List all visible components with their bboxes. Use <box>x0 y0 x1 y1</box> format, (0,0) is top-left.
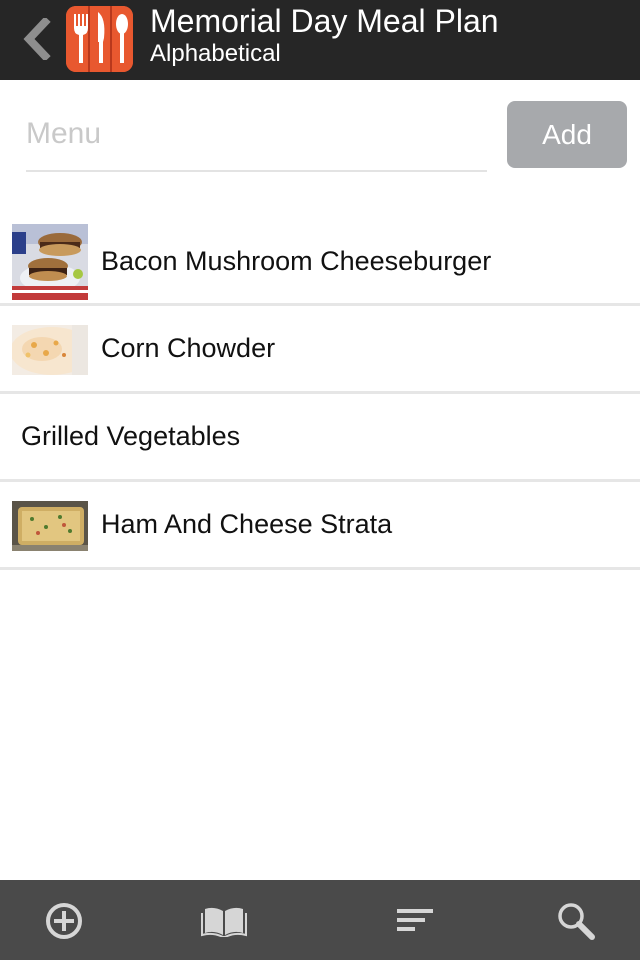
list-item[interactable]: Ham And Cheese Strata <box>0 482 640 570</box>
app-header: Memorial Day Meal Plan Alphabetical <box>0 0 640 80</box>
add-recipe-button[interactable] <box>39 896 89 946</box>
chevron-left-icon <box>23 18 51 60</box>
sort-icon <box>397 909 433 931</box>
page-title: Memorial Day Meal Plan <box>150 3 499 39</box>
fork-knife-spoon-icon <box>66 6 133 72</box>
list-item[interactable]: Corn Chowder <box>0 306 640 394</box>
list-item-label: Corn Chowder <box>101 333 276 363</box>
recipe-thumbnail <box>12 325 88 375</box>
back-button[interactable] <box>14 14 58 64</box>
recipe-thumbnail <box>12 501 88 551</box>
list-item[interactable]: Grilled Vegetables <box>0 394 640 482</box>
list-item-label: Grilled Vegetables <box>21 421 241 451</box>
list-item-label: Bacon Mushroom Cheeseburger <box>101 245 492 276</box>
list-item[interactable]: Bacon Mushroom Cheeseburger <box>0 219 640 306</box>
add-button[interactable]: Add <box>507 101 627 168</box>
bottom-toolbar <box>0 880 640 960</box>
search-icon <box>558 903 595 940</box>
recipe-thumbnail <box>12 224 88 300</box>
menu-input[interactable] <box>26 108 487 172</box>
book-icon <box>201 907 247 937</box>
sort-button[interactable] <box>390 896 440 946</box>
app-logo <box>66 6 133 72</box>
search-button[interactable] <box>551 896 601 946</box>
list-item-label: Ham And Cheese Strata <box>101 509 393 539</box>
add-circle-icon <box>46 903 82 939</box>
recipe-list: Bacon Mushroom Cheeseburger Corn Chowder… <box>0 219 640 570</box>
sort-mode-subtitle: Alphabetical <box>150 40 281 67</box>
recipe-box-button[interactable] <box>199 896 249 946</box>
